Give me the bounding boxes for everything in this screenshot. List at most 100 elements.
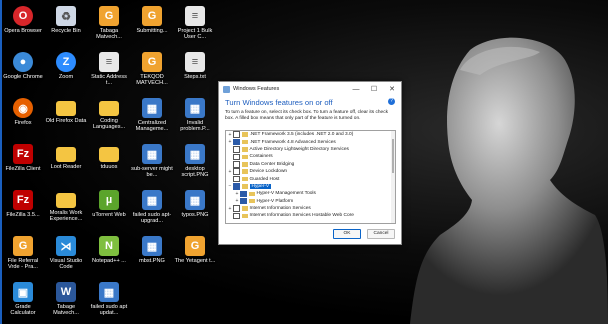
- desktop-icon[interactable]: ≡ Static Address t...: [88, 48, 130, 93]
- desktop-icon[interactable]: O Opera Browser: [2, 2, 44, 47]
- desktop-icon-label: Steps.txt: [184, 74, 206, 80]
- document-icon: G: [185, 236, 205, 256]
- feature-checkbox[interactable]: [233, 212, 240, 220]
- desktop-icon[interactable]: G Submitting...: [131, 2, 173, 47]
- filezilla-icon: Fz: [13, 144, 33, 164]
- features-tree[interactable]: + .NET Framework 3.5 (includes .NET 2.0 a…: [225, 130, 396, 224]
- desktop-icon[interactable]: G Tabaga Matvech...: [88, 2, 130, 47]
- desktop-icon[interactable]: N Notepad++ ...: [88, 232, 130, 277]
- feature-label: Data Center Bridging: [249, 161, 295, 167]
- notepadpp-icon: N: [99, 236, 119, 256]
- feature-row[interactable]: + Internet Information Services: [226, 205, 395, 212]
- feature-label: Hyper-V: [249, 183, 272, 189]
- desktop-icon[interactable]: ≡ Project 1 Bulk User C...: [174, 2, 216, 47]
- feature-row[interactable]: Containers: [226, 153, 395, 161]
- vscode-icon: ⋊: [56, 236, 76, 256]
- feature-row[interactable]: Guarded Host: [226, 175, 395, 183]
- feature-row[interactable]: Active Directory Lightweight Directory S…: [226, 146, 395, 153]
- desktop-icon-label: Google Chrome: [3, 74, 43, 80]
- heading-text: Turn Windows features on or off: [225, 98, 333, 107]
- help-icon[interactable]: ?: [388, 98, 395, 105]
- feature-label: Active Directory Lightweight Directory S…: [249, 146, 349, 152]
- desktop-icon[interactable]: ▦ failed sudo apt-upgrad...: [131, 186, 173, 231]
- desktop-icon[interactable]: tduuos: [88, 140, 130, 185]
- folder-icon: [56, 147, 76, 162]
- desktop-icon[interactable]: W Tabage Matvech...: [45, 278, 87, 323]
- desktop-icon[interactable]: Fz FileZilla 3.5...: [2, 186, 44, 231]
- feature-label: Containers: [249, 154, 273, 160]
- close-button[interactable]: ✕: [383, 85, 401, 93]
- text-file-icon: ≡: [185, 6, 205, 26]
- recycle-bin-icon: ♻: [56, 6, 76, 26]
- feature-row[interactable]: + Hyper-V Management Tools: [226, 190, 395, 198]
- desktop-icon[interactable]: ♻ Recycle Bin: [45, 2, 87, 47]
- desktop-icon[interactable]: ● Google Chrome: [2, 48, 44, 93]
- desktop-icon[interactable]: ▦ sub-server might be...: [131, 140, 173, 185]
- desktop-icon[interactable]: ▦ Centralized Manageme...: [131, 94, 173, 139]
- feature-row[interactable]: Internet Information Services Hostable W…: [226, 212, 395, 220]
- ok-button[interactable]: OK: [333, 229, 361, 239]
- desktop-icon[interactable]: ≡ Steps.txt: [174, 48, 216, 93]
- desktop-icon[interactable]: Coding Languages...: [88, 94, 130, 139]
- image-file-icon: ▦: [142, 190, 162, 210]
- desktop-icon[interactable]: G The Yetagent t...: [174, 232, 216, 277]
- cancel-button[interactable]: Cancel: [367, 229, 395, 239]
- minimize-button[interactable]: —: [347, 86, 365, 93]
- feature-row[interactable]: − Hyper-V: [226, 183, 395, 190]
- desktop-icon-label: Coding Languages...: [92, 118, 126, 131]
- desktop-icon-label: Tabage Matvech...: [53, 304, 79, 317]
- desktop-icon[interactable]: ▦ failed sudo apt updat...: [88, 278, 130, 323]
- desktop-icon[interactable]: G TEKQOD MATVECH...: [131, 48, 173, 93]
- dialog-titlebar[interactable]: Windows Features — ☐ ✕: [219, 82, 401, 96]
- image-file-icon: ▦: [142, 144, 162, 164]
- desktop-icon-label: Notepad++ ...: [92, 258, 126, 264]
- desktop-icon[interactable]: Fz FileZilla Client: [2, 140, 44, 185]
- opera-icon: O: [13, 6, 33, 26]
- desktop-icon[interactable]: Z Zoom: [45, 48, 87, 93]
- feature-row[interactable]: + Device Lockdown: [226, 168, 395, 175]
- feature-label: Internet Information Services Hostable W…: [249, 213, 354, 219]
- folder-icon: [241, 206, 248, 211]
- dialog-title: Windows Features: [233, 86, 280, 92]
- feature-checkbox[interactable]: [233, 161, 240, 168]
- feature-checkbox[interactable]: [233, 175, 240, 183]
- desktop-icon-label: Invalid problem.P...: [180, 120, 210, 133]
- feature-checkbox[interactable]: [233, 131, 240, 138]
- feature-checkbox[interactable]: [233, 138, 240, 146]
- desktop-icon[interactable]: ▣ Grade Calculator: [2, 278, 44, 323]
- desktop-icon[interactable]: Old Firefox Data: [45, 94, 87, 139]
- feature-checkbox[interactable]: [233, 205, 240, 212]
- desktop-icon[interactable]: ⋊ Visual Studio Code: [45, 232, 87, 277]
- desktop-icon[interactable]: G File Referral Vrde - Pra...: [2, 232, 44, 277]
- feature-row[interactable]: + .NET Framework 4.8 Advanced Services: [226, 138, 395, 146]
- desktop-icon[interactable]: ▦ typos.PNG: [174, 186, 216, 231]
- desktop-icon-label: Moralis Work Experience...: [49, 210, 83, 223]
- feature-label: .NET Framework 4.8 Advanced Services: [249, 139, 336, 145]
- folder-icon: [99, 101, 119, 116]
- folder-icon: [241, 154, 248, 160]
- folder-icon: [248, 198, 255, 204]
- feature-row[interactable]: + Hyper-V Platform: [226, 197, 395, 205]
- desktop-icon[interactable]: ▦ mbst.PNG: [131, 232, 173, 277]
- desktop-icon[interactable]: ▦ Invalid problem.P...: [174, 94, 216, 139]
- feature-checkbox[interactable]: [233, 153, 240, 161]
- image-file-icon: ▦: [142, 236, 162, 256]
- desktop-icon[interactable]: Loot Reader: [45, 140, 87, 185]
- feature-row[interactable]: + .NET Framework 3.5 (includes .NET 2.0 a…: [226, 131, 395, 138]
- desktop-icon[interactable]: Moralis Work Experience...: [45, 186, 87, 231]
- feature-checkbox[interactable]: [240, 197, 247, 205]
- desktop-icon[interactable]: ◉ Firefox: [2, 94, 44, 139]
- feature-checkbox[interactable]: [240, 190, 247, 198]
- desktop-icon[interactable]: ▦ desktop script.PNG: [174, 140, 216, 185]
- word-icon: W: [56, 282, 76, 302]
- desktop-icon-label: TEKQOD MATVECH...: [136, 74, 168, 87]
- scrollbar-thumb[interactable]: [392, 139, 394, 173]
- feature-checkbox[interactable]: [233, 168, 240, 175]
- tree-scrollbar[interactable]: [391, 131, 395, 223]
- desktop-icon[interactable]: µ uTorrent Web: [88, 186, 130, 231]
- feature-checkbox[interactable]: [233, 183, 240, 190]
- feature-checkbox[interactable]: [233, 146, 240, 153]
- desktop-icon-label: FileZilla Client: [5, 166, 41, 172]
- maximize-button[interactable]: ☐: [365, 85, 383, 93]
- feature-row[interactable]: Data Center Bridging: [226, 161, 395, 168]
